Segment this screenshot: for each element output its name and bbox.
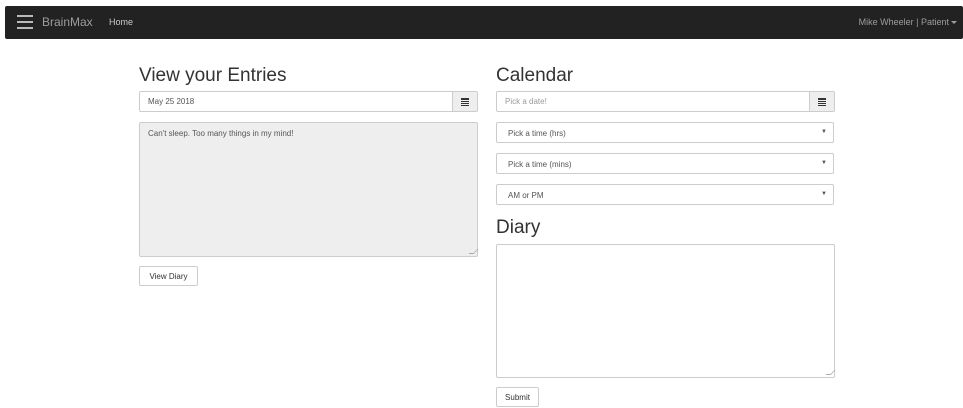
hour-select[interactable]: Pick a time (hrs) ▼ <box>496 122 834 143</box>
view-diary-button[interactable]: View Diary <box>139 266 198 286</box>
entry-date-picker <box>139 91 478 112</box>
calendar-icon <box>461 98 469 106</box>
diary-text-area[interactable] <box>496 244 835 378</box>
top-navbar: BrainMax Home Mike Wheeler | Patient <box>5 6 963 39</box>
dropdown-arrow-icon: ▼ <box>821 160 827 166</box>
calendar-date-input[interactable] <box>497 92 809 111</box>
submit-button[interactable]: Submit <box>496 387 539 407</box>
hour-select-value: Pick a time (hrs) <box>508 129 566 138</box>
calendar-icon <box>818 98 826 106</box>
minute-select[interactable]: Pick a time (mins) ▼ <box>496 153 834 174</box>
calendar-date-button[interactable] <box>809 92 834 111</box>
dropdown-arrow-icon: ▼ <box>821 191 827 197</box>
hamburger-menu-icon[interactable] <box>17 15 33 29</box>
ampm-select[interactable]: AM or PM ▼ <box>496 184 834 205</box>
user-menu-dropdown[interactable]: Mike Wheeler | Patient <box>859 17 957 27</box>
caret-down-icon <box>951 21 957 25</box>
calendar-date-picker <box>496 91 835 112</box>
calendar-title: Calendar <box>496 65 574 86</box>
user-menu-label: Mike Wheeler | Patient <box>858 17 949 27</box>
dropdown-arrow-icon: ▼ <box>821 129 827 135</box>
entry-date-calendar-button[interactable] <box>452 92 477 111</box>
entries-title: View your Entries <box>139 65 287 86</box>
ampm-select-value: AM or PM <box>508 191 544 200</box>
diary-title: Diary <box>496 217 541 238</box>
entry-date-input[interactable] <box>140 92 452 111</box>
minute-select-value: Pick a time (mins) <box>508 160 572 169</box>
brand-link[interactable]: BrainMax <box>42 15 93 29</box>
entry-text-area[interactable]: Can't sleep. Too many things in my mind! <box>139 122 478 257</box>
nav-home-link[interactable]: Home <box>109 17 133 27</box>
